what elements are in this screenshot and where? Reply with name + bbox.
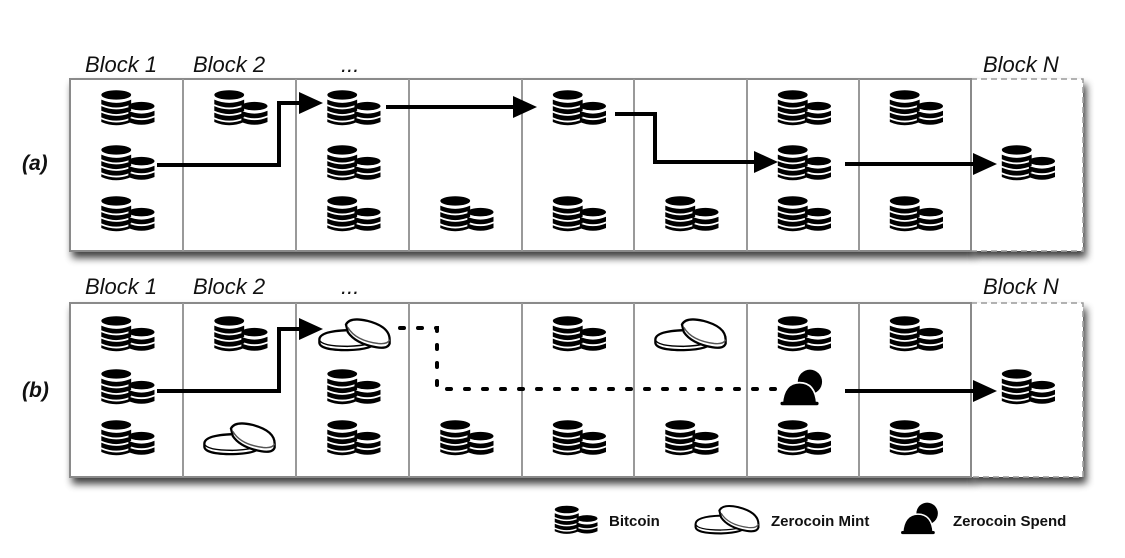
legend-item-zerocoin-spend: Zerocoin Spend [900,501,1066,535]
block-label: Block N [983,274,1059,299]
legend-label-bitcoin: Bitcoin [609,513,660,530]
legend-label-zerocoin-mint: Zerocoin Mint [771,513,869,530]
zerocoin-mint-icon [694,504,760,535]
panel-a-blockchain [69,78,1084,252]
block-labels-a: Block 1 Block 2... Block N [85,52,1059,77]
legend-label-zerocoin-spend: Zerocoin Spend [953,513,1066,530]
zerocoin-blockchain-diagram: Block 1 Block 2... Block N Block 1 Block 2.… [22,52,1084,535]
block-labels-b: Block 1 Block 2... Block N [85,274,1059,299]
legend-item-bitcoin: Bitcoin [554,505,660,534]
panel-b-label: (b) [22,379,49,402]
panel-a-label: (a) [22,152,48,175]
bitcoin-icon [554,505,598,534]
block-label: Block 2 [193,274,265,299]
block-label: Block 1 [85,274,157,299]
block-label: Block N [983,52,1059,77]
legend: Bitcoin Zerocoin Mint Zerocoin Spend [554,501,1066,535]
legend-item-zerocoin-mint: Zerocoin Mint [694,504,869,535]
block-label: Block 1 [85,52,157,77]
zerocoin-spend-icon [900,501,939,535]
block-label: ... [341,52,359,77]
block-label: ... [341,274,359,299]
panel-b-blockchain [69,302,1084,478]
block-label: Block 2 [193,52,265,77]
